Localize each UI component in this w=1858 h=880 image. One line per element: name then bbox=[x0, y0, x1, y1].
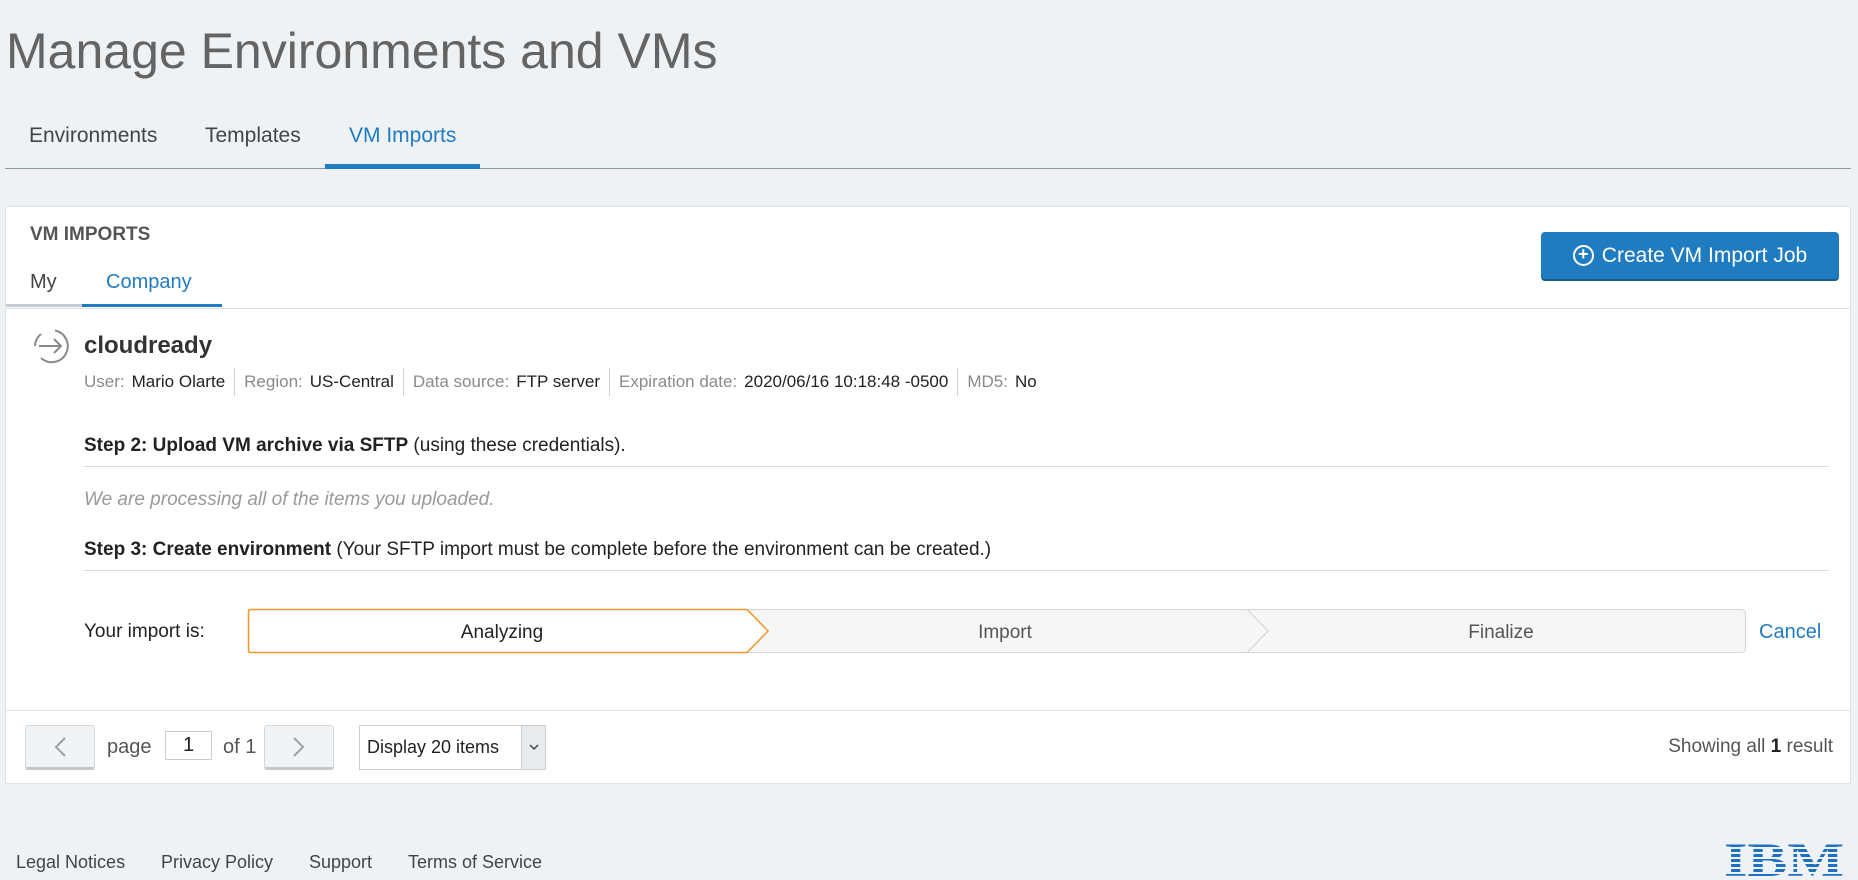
pager-divider bbox=[6, 710, 1850, 711]
meta-value: No bbox=[1014, 372, 1037, 391]
active-subtab-indicator bbox=[82, 304, 222, 307]
meta-region: Region: US-Central bbox=[234, 368, 403, 396]
step-3-heading: Step 3: Create environment (Your SFTP im… bbox=[84, 539, 991, 561]
step-2-heading: Step 2: Upload VM archive via SFTP (usin… bbox=[84, 435, 626, 457]
meta-label: Data source: bbox=[412, 372, 510, 391]
divider bbox=[84, 570, 1829, 571]
meta-value: US-Central bbox=[309, 372, 394, 391]
vm-imports-card: VM IMPORTS My Company + Create VM Import… bbox=[5, 206, 1851, 784]
tab-environments[interactable]: Environments bbox=[29, 124, 157, 148]
cancel-import-link[interactable]: Cancel bbox=[1759, 621, 1821, 644]
page-title: Manage Environments and VMs bbox=[6, 23, 718, 79]
subtab-divider bbox=[6, 304, 82, 307]
meta-user: User: Mario Olarte bbox=[84, 368, 234, 396]
results-summary: Showing all 1 result bbox=[1668, 736, 1833, 758]
results-suffix: result bbox=[1786, 736, 1833, 757]
next-page-button[interactable] bbox=[264, 725, 334, 770]
step-2-note: (using these credentials). bbox=[408, 435, 626, 456]
import-name: cloudready bbox=[84, 332, 213, 359]
meta-label: Expiration date: bbox=[619, 372, 738, 391]
ibm-logo-text: IBM bbox=[1724, 834, 1844, 880]
ibm-logo: IBM bbox=[1724, 834, 1844, 880]
import-progress-stages: Analyzing Import Finalize bbox=[247, 608, 1746, 654]
page-count: of 1 bbox=[223, 736, 257, 758]
step-2-title: Step 2: Upload VM archive via SFTP bbox=[84, 435, 409, 456]
meta-value: 2020/06/16 10:18:48 -0500 bbox=[744, 372, 949, 391]
results-count: 1 bbox=[1770, 736, 1782, 757]
subtab-border bbox=[6, 308, 1850, 309]
stage-import: Import bbox=[978, 622, 1033, 643]
tab-templates[interactable]: Templates bbox=[205, 124, 301, 148]
import-metadata: User: Mario Olarte Region: US-Central Da… bbox=[84, 368, 1046, 396]
chevron-left-icon bbox=[54, 736, 66, 757]
stage-analyzing: Analyzing bbox=[461, 622, 543, 643]
footer-privacy-policy-link[interactable]: Privacy Policy bbox=[161, 852, 273, 873]
tab-vm-imports[interactable]: VM Imports bbox=[349, 124, 456, 148]
meta-label: Region: bbox=[244, 372, 303, 391]
meta-label: MD5: bbox=[967, 372, 1008, 391]
active-tab-indicator bbox=[325, 164, 480, 169]
page-label: page bbox=[107, 736, 152, 758]
meta-value: FTP server bbox=[516, 372, 601, 391]
meta-label: User: bbox=[84, 372, 125, 391]
import-status-label: Your import is: bbox=[84, 621, 205, 642]
create-vm-import-job-button[interactable]: + Create VM Import Job bbox=[1541, 232, 1839, 281]
items-per-page-value: Display 20 items bbox=[367, 737, 500, 757]
page-number-input[interactable] bbox=[165, 731, 212, 760]
stage-finalize: Finalize bbox=[1468, 622, 1533, 643]
previous-page-button[interactable] bbox=[25, 725, 95, 770]
chevron-right-icon bbox=[293, 736, 305, 757]
items-per-page-select[interactable]: Display 20 items bbox=[359, 725, 546, 770]
chevron-down-icon bbox=[521, 726, 545, 769]
meta-md5: MD5: No bbox=[957, 368, 1045, 396]
meta-expiration-date: Expiration date: 2020/06/16 10:18:48 -05… bbox=[609, 368, 957, 396]
footer-legal-notices-link[interactable]: Legal Notices bbox=[16, 852, 125, 873]
subtab-company[interactable]: Company bbox=[106, 271, 192, 294]
footer-terms-of-service-link[interactable]: Terms of Service bbox=[408, 852, 542, 873]
step-3-title: Step 3: Create environment bbox=[84, 539, 332, 560]
main-tabs: Environments Templates VM Imports bbox=[5, 110, 1851, 169]
processing-message: We are processing all of the items you u… bbox=[84, 489, 495, 510]
section-title: VM IMPORTS bbox=[30, 224, 151, 245]
plus-circle-icon: + bbox=[1572, 245, 1594, 266]
step-3-note: (Your SFTP import must be complete befor… bbox=[331, 539, 992, 560]
divider bbox=[84, 466, 1829, 467]
subtab-my[interactable]: My bbox=[30, 271, 57, 294]
footer-support-link[interactable]: Support bbox=[309, 852, 372, 873]
meta-data-source: Data source: FTP server bbox=[402, 368, 609, 396]
import-arrow-icon bbox=[34, 329, 69, 364]
results-prefix: Showing all bbox=[1668, 736, 1766, 757]
create-button-label: Create VM Import Job bbox=[1601, 243, 1808, 267]
meta-value: Mario Olarte bbox=[131, 372, 226, 391]
